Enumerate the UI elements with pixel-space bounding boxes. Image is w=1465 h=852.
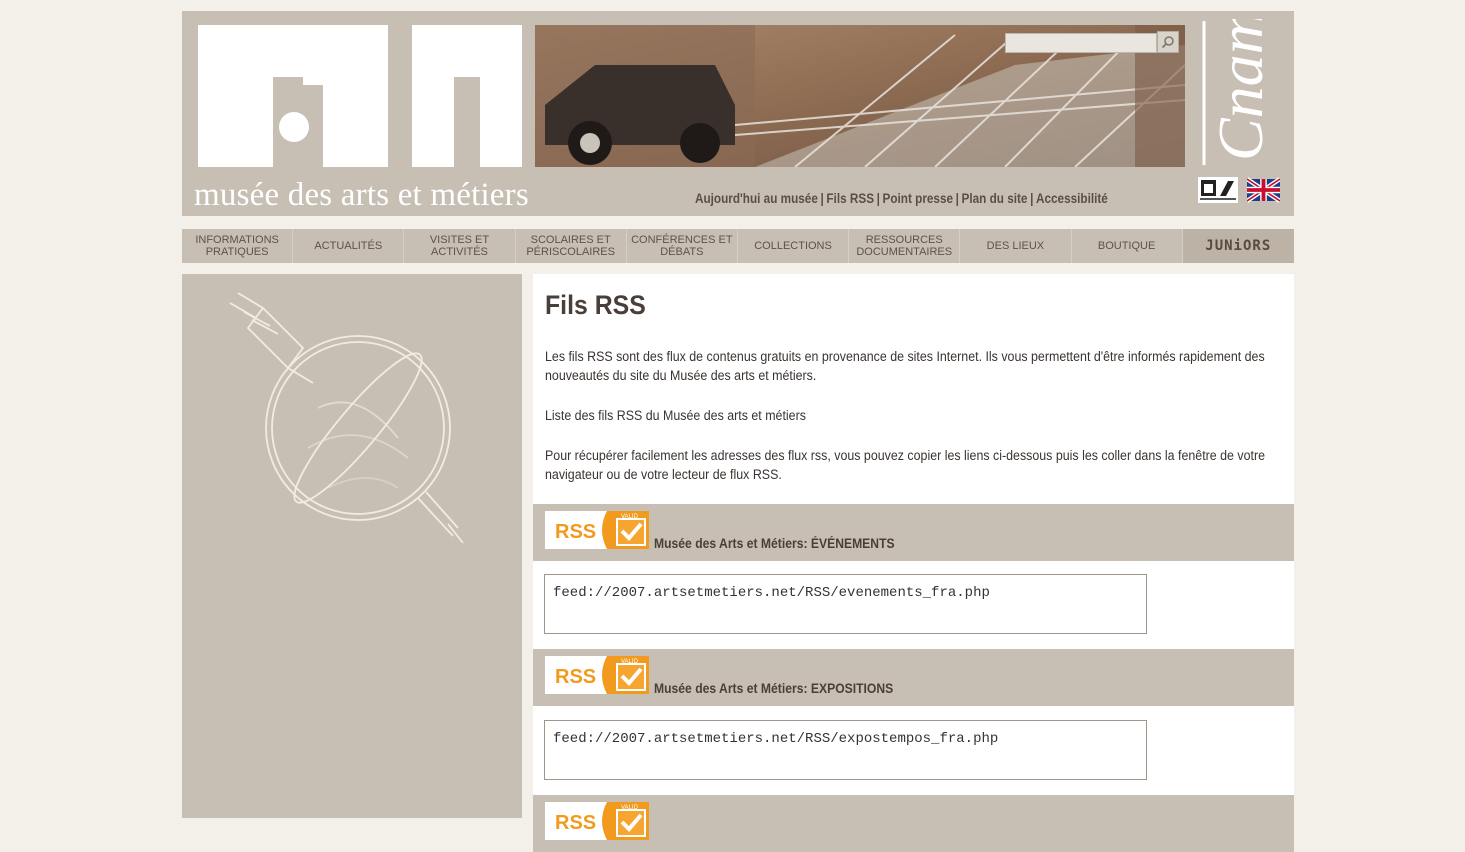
- intro-paragraph-1: Les fils RSS sont des flux de contenus g…: [545, 349, 1265, 383]
- link-point-presse[interactable]: Point presse: [883, 191, 953, 206]
- feed-header-expositions: RSS VALID Musée des Arts et Métiers: EXP…: [533, 649, 1294, 706]
- accessibility-badge-icon[interactable]: [1198, 177, 1238, 203]
- uk-flag-icon[interactable]: [1247, 177, 1280, 203]
- utility-links: Aujourd'hui au musée | Fils RSS | Point pres…: [695, 191, 1108, 206]
- nav-actualites[interactable]: ACTUALITÉS: [293, 229, 405, 263]
- site-name: musée des arts et métiers: [194, 177, 529, 213]
- nav-scolaires[interactable]: SCOLAIRES ET PÉRISCOLAIRES: [516, 229, 627, 263]
- rss-valid-icon[interactable]: RSS VALID: [545, 655, 649, 695]
- search-button[interactable]: [1157, 31, 1179, 53]
- nav-ressources[interactable]: RESSOURCES DOCUMENTAIRES: [849, 229, 961, 263]
- museum-logo[interactable]: [198, 25, 522, 167]
- intro-paragraph-2: Liste des fils RSS du Musée des arts et …: [545, 408, 806, 423]
- nav-boutique[interactable]: BOUTIQUE: [1072, 229, 1183, 263]
- link-aujourdhui[interactable]: Aujourd'hui au musée: [695, 191, 818, 206]
- nav-collections[interactable]: COLLECTIONS: [738, 229, 850, 263]
- svg-text:RSS: RSS: [555, 521, 596, 543]
- sidebar-illustration-panel: [182, 274, 522, 818]
- link-plan-du-site[interactable]: Plan du site: [962, 191, 1028, 206]
- svg-text:RSS: RSS: [555, 666, 596, 688]
- feed-url-field[interactable]: feed://2007.artsetmetiers.net/RSS/expost…: [544, 720, 1147, 780]
- link-accessibilite[interactable]: Accessibilité: [1036, 191, 1108, 206]
- nav-visites-activites[interactable]: VISITES ET ACTIVITÉS: [404, 229, 516, 263]
- main-navigation: INFORMATIONS PRATIQUES ACTUALITÉS VISITE…: [182, 229, 1294, 263]
- svg-text:RSS: RSS: [555, 812, 596, 834]
- rss-valid-icon[interactable]: RSS VALID: [545, 801, 649, 841]
- page-wrapper: musée des arts et métiers Cnam Aujourd'h…: [182, 11, 1294, 852]
- rss-valid-icon[interactable]: RSS VALID: [545, 510, 649, 550]
- svg-text:VALID: VALID: [621, 659, 639, 665]
- content-intro: Fils RSS Les fils RSS sont des flux de c…: [533, 274, 1294, 504]
- page-title: Fils RSS: [545, 290, 646, 320]
- feed-header-evenements: RSS VALID Musée des Arts et Métiers: ÉVÉ…: [533, 504, 1294, 561]
- nav-des-lieux[interactable]: DES LIEUX: [960, 229, 1072, 263]
- site-header: musée des arts et métiers Cnam Aujourd'h…: [182, 11, 1294, 216]
- feed-title: Musée des Arts et Métiers: EXPOSITIONS: [654, 681, 894, 696]
- nav-conferences[interactable]: CONFÉRENCES ET DÉBATS: [627, 229, 738, 263]
- feed-title: Musée des Arts et Métiers: ÉVÉNEMENTS: [654, 536, 895, 551]
- nav-juniors[interactable]: JUNiORS: [1182, 229, 1294, 263]
- feed-url-field[interactable]: feed://2007.artsetmetiers.net/RSS/evenem…: [544, 574, 1147, 634]
- svg-text:VALID: VALID: [621, 514, 639, 520]
- intro-paragraph-3: Pour récupérer facilement les adresses d…: [545, 448, 1266, 482]
- search-input[interactable]: [1005, 33, 1157, 53]
- cnam-logo[interactable]: Cnam: [1194, 19, 1286, 167]
- feed-header-partial: RSS VALID: [533, 795, 1294, 852]
- svg-text:VALID: VALID: [621, 805, 639, 811]
- cnam-logo-text: Cnam: [1205, 19, 1276, 161]
- search-icon: [1161, 36, 1174, 49]
- nav-informations-pratiques[interactable]: INFORMATIONS PRATIQUES: [182, 229, 294, 263]
- sphere-instrument-illustration: [229, 292, 464, 544]
- link-fils-rss[interactable]: Fils RSS: [826, 191, 874, 206]
